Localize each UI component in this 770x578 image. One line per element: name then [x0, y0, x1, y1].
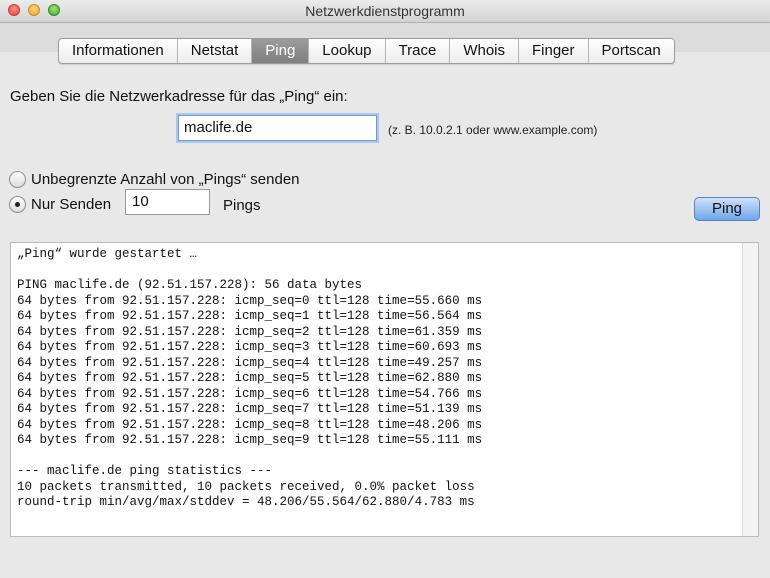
output-line: 64 bytes from 92.51.157.228: icmp_seq=7 …: [17, 402, 483, 416]
output-line: 64 bytes from 92.51.157.228: icmp_seq=1 …: [17, 309, 483, 323]
output-line: 64 bytes from 92.51.157.228: icmp_seq=4 …: [17, 355, 483, 370]
tab-trace[interactable]: Trace: [386, 39, 451, 63]
tab-ping[interactable]: Ping: [252, 39, 310, 63]
output-line: 64 bytes from 92.51.157.228: icmp_seq=8 …: [17, 417, 483, 432]
title-bar: Netzwerkdienstprogramm: [0, 0, 770, 23]
tab-netstat[interactable]: Netstat: [178, 39, 253, 63]
output-line: „Ping“ wurde gestartet …: [17, 247, 198, 261]
limited-pings-label[interactable]: Nur Senden: [31, 196, 111, 213]
tab-finger[interactable]: Finger: [519, 39, 589, 63]
radio-selected-dot: [15, 202, 20, 207]
tab-informationen[interactable]: Informationen: [59, 39, 178, 63]
limited-pings-radio[interactable]: [9, 196, 26, 213]
output-line: 64 bytes from 92.51.157.228: icmp_seq=5 …: [17, 371, 483, 385]
output-line: PING maclife.de (92.51.157.228): 56 data…: [17, 278, 363, 292]
output-area[interactable]: „Ping“ wurde gestartet … PING maclife.de…: [10, 242, 759, 537]
output-line: round-trip min/avg/max/stddev = 48.206/5…: [17, 495, 475, 509]
output-line: --- maclife.de ping statistics ---: [17, 464, 273, 478]
output-line: 64 bytes from 92.51.157.228: icmp_seq=3 …: [17, 340, 483, 354]
output-line: 64 bytes from 92.51.157.228: icmp_seq=0 …: [17, 293, 483, 308]
tab-lookup[interactable]: Lookup: [309, 39, 386, 63]
ping-count-input[interactable]: 10: [125, 189, 210, 215]
output-scrollbar[interactable]: [742, 243, 758, 536]
ping-count-suffix: Pings: [223, 197, 261, 214]
output-line: 64 bytes from 92.51.157.228: icmp_seq=6 …: [17, 386, 483, 401]
address-hint: (z. B. 10.0.2.1 oder www.example.com): [388, 123, 598, 137]
address-input[interactable]: maclife.de: [178, 115, 377, 141]
output-line: 10 packets transmitted, 10 packets recei…: [17, 479, 475, 494]
tab-whois[interactable]: Whois: [450, 39, 519, 63]
output-line: 64 bytes from 92.51.157.228: icmp_seq=9 …: [17, 433, 483, 447]
ping-button[interactable]: Ping: [694, 197, 760, 221]
ping-output-text: „Ping“ wurde gestartet … PING maclife.de…: [11, 243, 758, 515]
tab-bar: Informationen Netstat Ping Lookup Trace …: [58, 38, 675, 64]
address-prompt-label: Geben Sie die Netzwerkadresse für das „P…: [10, 88, 348, 105]
unlimited-pings-label[interactable]: Unbegrenzte Anzahl von „Pings“ senden: [31, 171, 300, 188]
window-title: Netzwerkdienstprogramm: [305, 3, 465, 19]
unlimited-pings-radio[interactable]: [9, 171, 26, 188]
tab-portscan[interactable]: Portscan: [589, 39, 674, 63]
output-line: 64 bytes from 92.51.157.228: icmp_seq=2 …: [17, 324, 483, 339]
